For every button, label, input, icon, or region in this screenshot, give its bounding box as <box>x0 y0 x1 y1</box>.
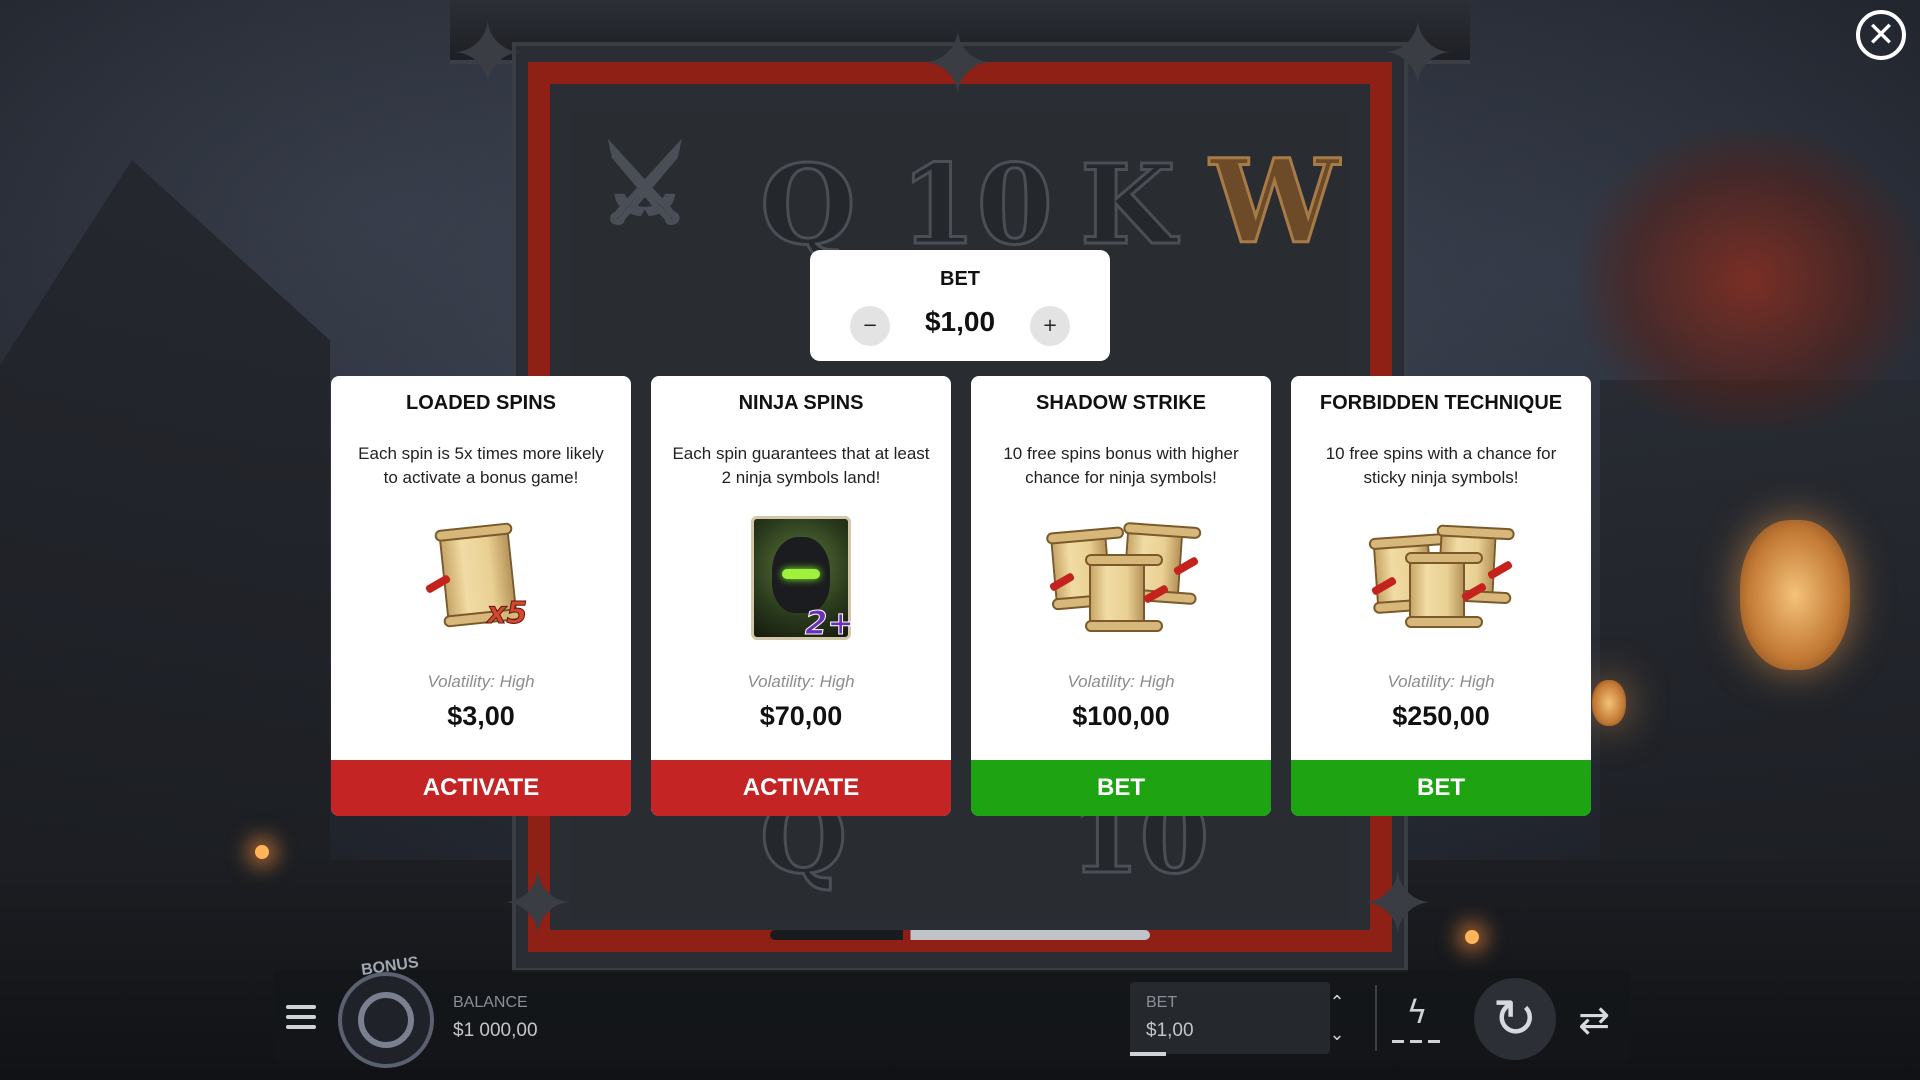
triple-scroll-icon <box>1048 516 1200 636</box>
card-description: Each spin guarantees that at least 2 nin… <box>672 444 930 487</box>
lantern-small <box>1592 680 1626 726</box>
card-description: Each spin is 5x times more likely to act… <box>358 444 604 487</box>
feature-card-loaded-spins: LOADED SPINS Each spin is 5x times more … <box>331 376 631 816</box>
shuriken-icon: ✦ <box>500 852 576 957</box>
ninja-eyes <box>782 569 820 579</box>
chevron-down-icon[interactable]: ⌄ <box>1326 1024 1348 1046</box>
ninja-2plus-icon: 2+ <box>741 516 861 643</box>
card-volatility: Volatility: High <box>427 672 535 691</box>
shuriken-icon: ✦ <box>450 2 526 107</box>
lightning-icon[interactable]: ϟ <box>1402 992 1432 1032</box>
bet-progress-indicator <box>1130 1052 1166 1056</box>
card-price: $3,00 <box>447 701 515 731</box>
card-price: $100,00 <box>1072 701 1170 731</box>
feature-card-shadow-strike: SHADOW STRIKE 10 free spins bonus with h… <box>971 376 1271 816</box>
triple-scroll-icon <box>1370 516 1514 636</box>
multiplier-badge: 2+ <box>804 604 855 643</box>
bet-value: $1,00 <box>1146 1020 1194 1041</box>
multiplier-badge: x5 <box>486 596 528 632</box>
menu-icon[interactable] <box>286 1005 316 1029</box>
scroll-icon <box>1085 554 1163 632</box>
shuriken-icon: ✦ <box>1380 2 1456 107</box>
card-description: 10 free spins bonus with higher chance f… <box>1003 444 1239 487</box>
candle-glow-right <box>1465 930 1479 944</box>
scroll-x5-icon: x5 <box>421 516 541 636</box>
card-volatility: Volatility: High <box>1067 672 1175 691</box>
bet-selector <box>1130 982 1330 1054</box>
katana-decoration <box>770 930 1150 940</box>
card-title: SHADOW STRIKE <box>1036 392 1206 414</box>
activate-button[interactable]: ACTIVATE <box>331 760 631 816</box>
activate-button[interactable]: ACTIVATE <box>651 760 951 816</box>
reel-symbol-wild: W <box>1208 134 1340 272</box>
turbo-level-indicator <box>1392 1040 1442 1043</box>
bet-panel: BET − $1,00 + <box>810 250 1110 361</box>
bonus-wheel-inner <box>358 992 414 1048</box>
bet-panel-title: BET <box>940 268 980 290</box>
spin-icon[interactable]: ↻ <box>1474 978 1556 1060</box>
scroll-icon <box>1405 552 1483 628</box>
bet-increase-button[interactable]: + <box>1030 306 1070 346</box>
card-title: LOADED SPINS <box>405 392 557 414</box>
bet-button[interactable]: BET <box>1291 760 1591 816</box>
lantern-right <box>1740 520 1850 670</box>
crossed-swords-symbol: ⚔ <box>599 127 692 248</box>
feature-card-ninja-spins: NINJA SPINS Each spin guarantees that at… <box>651 376 951 816</box>
feature-card-forbidden-technique: FORBIDDEN TECHNIQUE 10 free spins with a… <box>1291 376 1591 816</box>
balance-label: BALANCE <box>453 994 528 1011</box>
chevron-up-icon[interactable]: ⌃ <box>1326 992 1348 1014</box>
bet-panel-value: $1,00 <box>924 306 996 337</box>
card-description: 10 free spins with a chance for sticky n… <box>1325 444 1557 487</box>
balance-value: $1 000,00 <box>453 1020 538 1041</box>
divider <box>1375 985 1377 1051</box>
card-price: $250,00 <box>1392 701 1490 731</box>
card-volatility: Volatility: High <box>1387 672 1495 691</box>
maple-tree <box>1580 130 1920 430</box>
close-icon[interactable]: ✕ <box>1856 10 1906 60</box>
ninja-head <box>772 537 830 613</box>
candle-glow-left <box>255 845 269 859</box>
bet-label: BET <box>1146 994 1178 1011</box>
card-volatility: Volatility: High <box>747 672 855 691</box>
autoplay-icon[interactable]: ⇄ <box>1572 998 1616 1042</box>
card-title: FORBIDDEN TECHNIQUE <box>1319 392 1563 414</box>
card-title: NINJA SPINS <box>738 392 864 414</box>
bet-button[interactable]: BET <box>971 760 1271 816</box>
shuriken-icon: ✦ <box>920 12 996 117</box>
card-price: $70,00 <box>759 701 843 731</box>
bonus-wheel-icon[interactable] <box>338 972 434 1068</box>
shuriken-icon: ✦ <box>1360 852 1436 957</box>
